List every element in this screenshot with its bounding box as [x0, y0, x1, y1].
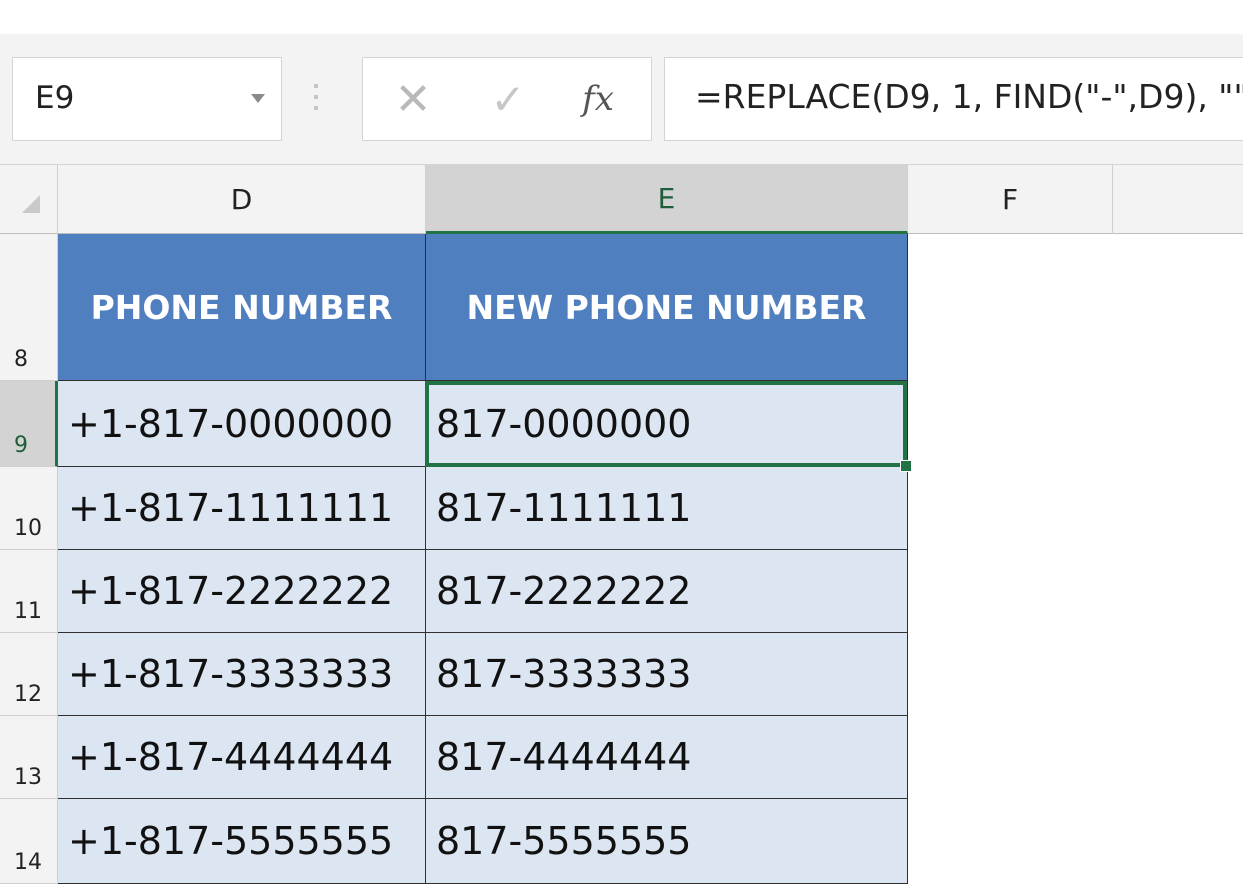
- formula-input[interactable]: =REPLACE(D9, 1, FIND("-",D9), ""): [664, 57, 1243, 141]
- cell-d12[interactable]: +1-817-3333333: [58, 633, 426, 716]
- cell-e14[interactable]: 817-5555555: [426, 799, 908, 884]
- cell-d9[interactable]: +1-817-0000000: [58, 381, 426, 467]
- row-number: 12: [14, 682, 42, 707]
- formula-buttons: ✕ ✓ fx: [362, 57, 652, 141]
- row-number: 14: [14, 850, 42, 875]
- insert-function-icon[interactable]: fx: [568, 72, 628, 126]
- ribbon-edge: [0, 0, 1243, 35]
- cell-e11[interactable]: 817-2222222: [426, 550, 908, 633]
- select-all-button[interactable]: [0, 165, 58, 234]
- row-header-9[interactable]: 9: [0, 381, 58, 467]
- row-header-12[interactable]: 12: [0, 633, 58, 716]
- row-header-13[interactable]: 13: [0, 716, 58, 799]
- fill-handle[interactable]: [900, 460, 912, 472]
- row-header-11[interactable]: 11: [0, 550, 58, 633]
- name-box-value: E9: [35, 80, 75, 116]
- column-headers: D E F: [0, 164, 1243, 234]
- drag-handle-icon[interactable]: [313, 84, 319, 124]
- cell-d13[interactable]: +1-817-4444444: [58, 716, 426, 799]
- cell-e8[interactable]: NEW PHONE NUMBER: [426, 234, 908, 381]
- cell-e10[interactable]: 817-1111111: [426, 467, 908, 550]
- enter-icon[interactable]: ✓: [478, 72, 538, 126]
- row-number: 8: [14, 347, 28, 372]
- cell-e12[interactable]: 817-3333333: [426, 633, 908, 716]
- cell-d14[interactable]: +1-817-5555555: [58, 799, 426, 884]
- column-header-f[interactable]: F: [908, 165, 1113, 234]
- cell-e9[interactable]: 817-0000000: [426, 381, 908, 467]
- cell-d11[interactable]: +1-817-2222222: [58, 550, 426, 633]
- column-header-d[interactable]: D: [58, 165, 426, 234]
- row-header-8[interactable]: 8: [0, 234, 58, 381]
- row-number: 13: [14, 765, 42, 790]
- select-all-icon: [22, 195, 40, 213]
- cancel-icon[interactable]: ✕: [383, 72, 443, 126]
- cell-e13[interactable]: 817-4444444: [426, 716, 908, 799]
- formula-text: =REPLACE(D9, 1, FIND("-",D9), ""): [695, 77, 1243, 116]
- row-number: 11: [14, 599, 42, 624]
- chevron-down-icon[interactable]: [251, 94, 265, 103]
- row-header-10[interactable]: 10: [0, 467, 58, 550]
- cell-d8[interactable]: PHONE NUMBER: [58, 234, 426, 381]
- name-box[interactable]: E9: [12, 57, 282, 141]
- row-number: 9: [14, 433, 28, 458]
- row-header-14[interactable]: 14: [0, 799, 58, 884]
- row-number: 10: [14, 516, 42, 541]
- column-header-e[interactable]: E: [426, 165, 908, 234]
- cell-d10[interactable]: +1-817-1111111: [58, 467, 426, 550]
- formula-bar: E9 ✕ ✓ fx =REPLACE(D9, 1, FIND("-",D9), …: [0, 34, 1243, 164]
